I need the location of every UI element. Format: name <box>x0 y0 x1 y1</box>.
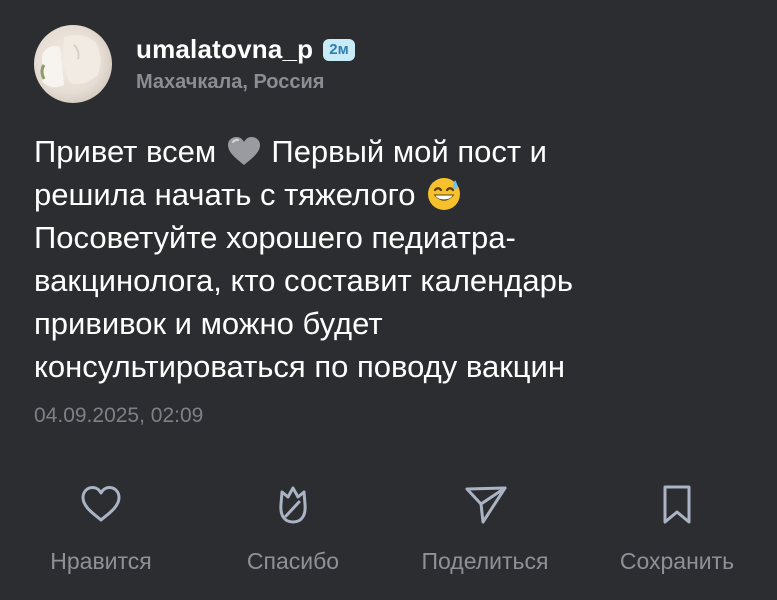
save-button[interactable]: Сохранить <box>602 480 752 575</box>
post-text-segment: решила начать с тяжелого <box>34 177 416 212</box>
like-button[interactable]: Нравится <box>26 480 176 575</box>
post-text: Привет всем Первый мой пост и решила нач… <box>34 130 754 388</box>
author-row: umalatovna_p 2м <box>136 34 355 65</box>
like-label: Нравится <box>50 548 152 574</box>
post-text-line: Посоветуйте хорошего педиатра- <box>34 220 516 255</box>
save-label: Сохранить <box>619 548 735 574</box>
post-text-line: решила начать с тяжелого <box>34 173 754 216</box>
author-location: Махачкала, Россия <box>136 71 325 93</box>
share-label: Поделиться <box>421 548 549 574</box>
grey-heart-emoji-icon <box>227 137 260 165</box>
thanks-button[interactable]: Спасибо <box>218 480 368 575</box>
post-text-line: консультироваться по поводу вакцин <box>34 349 565 384</box>
share-button[interactable]: Поделиться <box>410 480 560 575</box>
author-block: umalatovna_p 2м Махачкала, Россия <box>136 34 355 94</box>
thanks-label: Спасибо <box>246 548 340 574</box>
post-text-segment: Привет всем <box>34 134 217 169</box>
avatar-image <box>34 25 112 103</box>
post-text-line: Привет всем Первый мой пост и <box>34 130 754 173</box>
grinning-sweat-emoji-icon <box>428 178 461 210</box>
post-text-line: вакцинолога, кто составит календарь <box>34 263 573 298</box>
tulip-icon <box>279 486 307 524</box>
send-icon <box>465 486 507 524</box>
post-text-segment: Первый мой пост и <box>271 134 547 169</box>
post-header: umalatovna_p 2м Махачкала, Россия <box>34 24 355 104</box>
post-text-line: прививок и можно будет <box>34 306 383 341</box>
heart-icon <box>81 486 121 522</box>
action-bar: Нравится Спасибо Поделиться Сохранить <box>0 480 777 590</box>
time-badge: 2м <box>323 38 355 61</box>
author-username[interactable]: umalatovna_p <box>136 34 313 65</box>
bookmark-icon <box>663 485 691 524</box>
post-date: 04.09.2025, 02:09 <box>34 404 204 427</box>
avatar[interactable] <box>34 25 112 103</box>
